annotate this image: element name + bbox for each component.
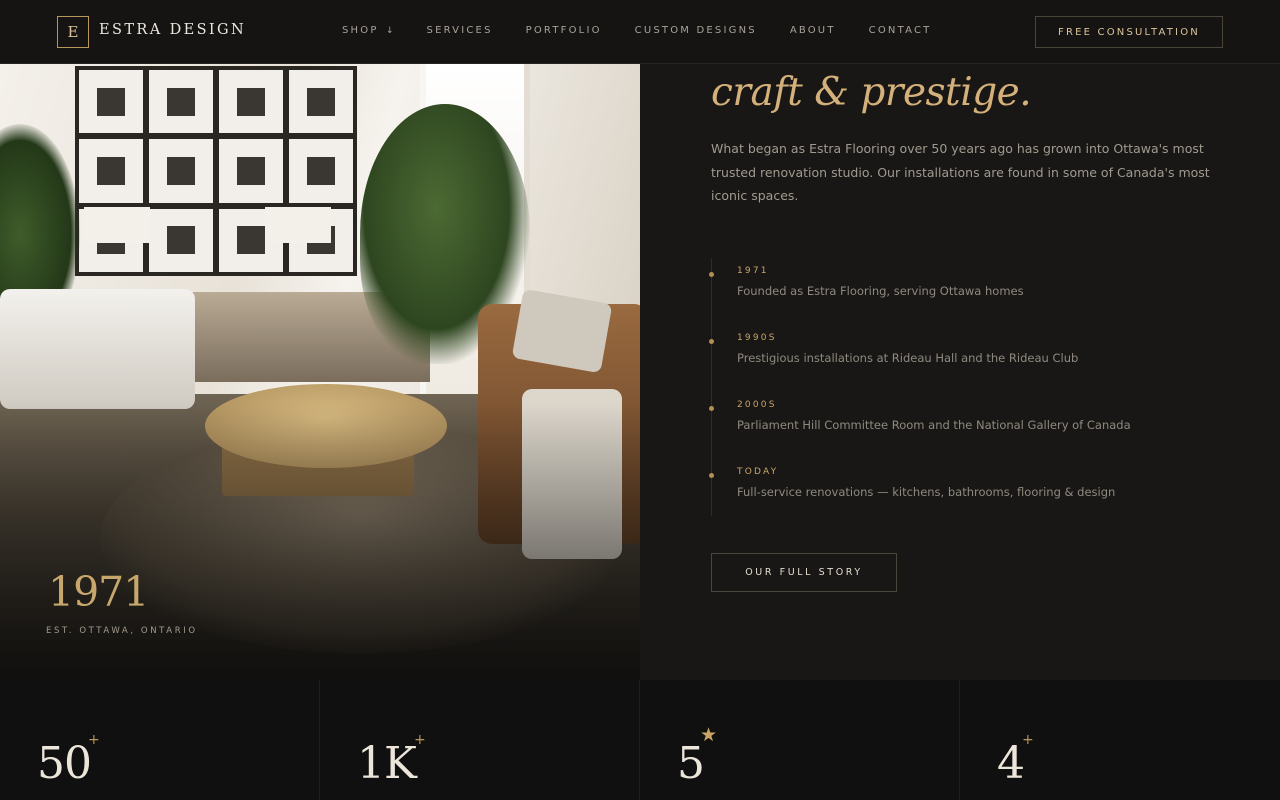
- brand-name[interactable]: ESTRA DESIGN: [99, 22, 246, 38]
- stat-suffix: +: [88, 732, 100, 748]
- chevron-down-icon: ↓: [385, 26, 394, 36]
- timeline-year: TODAY: [737, 467, 779, 477]
- nav-item-shop[interactable]: SHOP ↓: [342, 25, 394, 36]
- nav-item-services[interactable]: SERVICES: [427, 25, 493, 36]
- nav-item-portfolio[interactable]: PORTFOLIO: [526, 25, 602, 36]
- timeline-dot-icon: [709, 406, 714, 411]
- timeline-dot-icon: [709, 272, 714, 277]
- stat-value: 1K: [357, 738, 417, 789]
- photo-year: 1971: [48, 568, 149, 616]
- intro-paragraph: What began as Estra Flooring over 50 yea…: [711, 141, 1210, 203]
- nav-item-contact[interactable]: CONTACT: [869, 25, 932, 36]
- stat-value: 50: [37, 738, 92, 789]
- stat-item: 50 +: [0, 680, 320, 800]
- stat-suffix: +: [414, 732, 426, 748]
- stat-value: 4: [997, 738, 1025, 789]
- timeline-desc: Founded as Estra Flooring, serving Ottaw…: [737, 284, 1024, 298]
- stats-bar: 50 + 1K + 5 ★ 4 +: [0, 680, 1280, 800]
- timeline-year: 1990S: [737, 333, 777, 343]
- history-timeline: 1971 Founded as Estra Flooring, serving …: [709, 258, 1211, 516]
- nav-item-custom-designs[interactable]: CUSTOM DESIGNS: [635, 25, 757, 36]
- stat-item: 4 +: [960, 680, 1280, 800]
- timeline-desc: Parliament Hill Committee Room and the N…: [737, 418, 1131, 432]
- free-consultation-button[interactable]: FREE CONSULTATION: [1035, 16, 1223, 48]
- timeline-year: 2000S: [737, 400, 777, 410]
- top-navbar: E ESTRA DESIGN SHOP ↓ SERVICES PORTFOLIO…: [0, 0, 1280, 64]
- timeline-dot-icon: [709, 473, 714, 478]
- logo-mark[interactable]: E: [57, 16, 89, 48]
- our-full-story-button[interactable]: OUR FULL STORY: [711, 553, 897, 592]
- star-icon: ★: [700, 724, 718, 746]
- timeline-year: 1971: [737, 266, 769, 276]
- section-headline: craft & prestige.: [711, 70, 1032, 115]
- nav-item-label: SHOP: [342, 25, 379, 36]
- photo-caption: EST. OTTAWA, ONTARIO: [46, 626, 198, 636]
- stat-suffix: +: [1022, 732, 1034, 748]
- stat-item: 5 ★: [640, 680, 960, 800]
- timeline-desc: Full-service renovations — kitchens, bat…: [737, 485, 1116, 499]
- timeline-dot-icon: [709, 339, 714, 344]
- nav-item-about[interactable]: ABOUT: [790, 25, 836, 36]
- nav-links: SHOP ↓ SERVICES PORTFOLIO CUSTOM DESIGNS…: [342, 25, 964, 36]
- timeline-desc: Prestigious installations at Rideau Hall…: [737, 351, 1079, 365]
- stat-item: 1K +: [320, 680, 640, 800]
